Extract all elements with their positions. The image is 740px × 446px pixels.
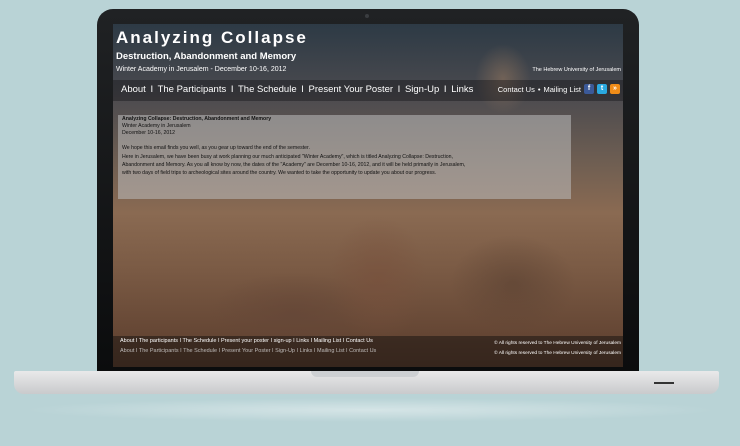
nav-about[interactable]: About [121,84,146,95]
content-paragraph: Here in Jerusalem, we have been busy at … [122,154,453,160]
site-subtitle: Destruction, Abandonment and Memory [116,51,297,62]
contact-link[interactable]: Contact Us [498,85,535,94]
rss-icon[interactable]: » [610,84,620,94]
content-panel: Analyzing Collapse: Destruction, Abandon… [118,115,571,199]
nav-separator: I [397,84,401,95]
content-paragraph: with two days of field trips to archeolo… [122,170,437,176]
site-title[interactable]: Analyzing Collapse [116,28,308,48]
nav-utility: Contact Us • Mailing List f t » [498,84,620,94]
nav-links-item[interactable]: Links [451,84,473,95]
laptop-reflection [20,398,720,422]
nav-separator: I [230,84,234,95]
content-dates: December 10-16, 2012 [122,130,176,136]
facebook-icon[interactable]: f [584,84,594,94]
laptop-led [654,382,674,384]
footer-nav[interactable]: About I The participants I The Schedule … [120,338,373,344]
nav-separator: I [150,84,154,95]
nav-dot: • [537,84,541,94]
laptop-base [14,371,719,394]
footer-copyright-reflection: © All rights reserved to The Hebrew Univ… [494,351,621,356]
nav-links: About I The Participants I The Schedule … [121,84,473,95]
site-dates: Winter Academy in Jerusalem - December 1… [116,66,287,73]
university-name: The Hebrew University of Jerusalem [532,67,621,73]
footer-copyright: © All rights reserved to The Hebrew Univ… [494,341,621,346]
nav-separator: I [301,84,304,95]
twitter-icon[interactable]: t [597,84,607,94]
content-paragraph: We hope this email finds you well, as yo… [122,145,310,151]
main-nav: About I The Participants I The Schedule … [113,80,623,101]
nav-separator: I [443,84,447,95]
content-paragraph: Abandonment and Memory. As you all know … [122,162,466,168]
footer: About I The participants I The Schedule … [113,336,623,367]
nav-schedule[interactable]: The Schedule [238,84,297,95]
nav-signup[interactable]: Sign-Up [405,84,439,95]
nav-participants[interactable]: The Participants [158,84,227,95]
camera [365,14,369,18]
browser-viewport: Analyzing Collapse Destruction, Abandonm… [113,24,623,367]
nav-poster[interactable]: Present Your Poster [309,84,394,95]
footer-nav-reflection: About I The Participants I The Schedule … [120,348,377,354]
mailing-list-link[interactable]: Mailing List [543,85,581,94]
laptop-notch [311,371,419,377]
